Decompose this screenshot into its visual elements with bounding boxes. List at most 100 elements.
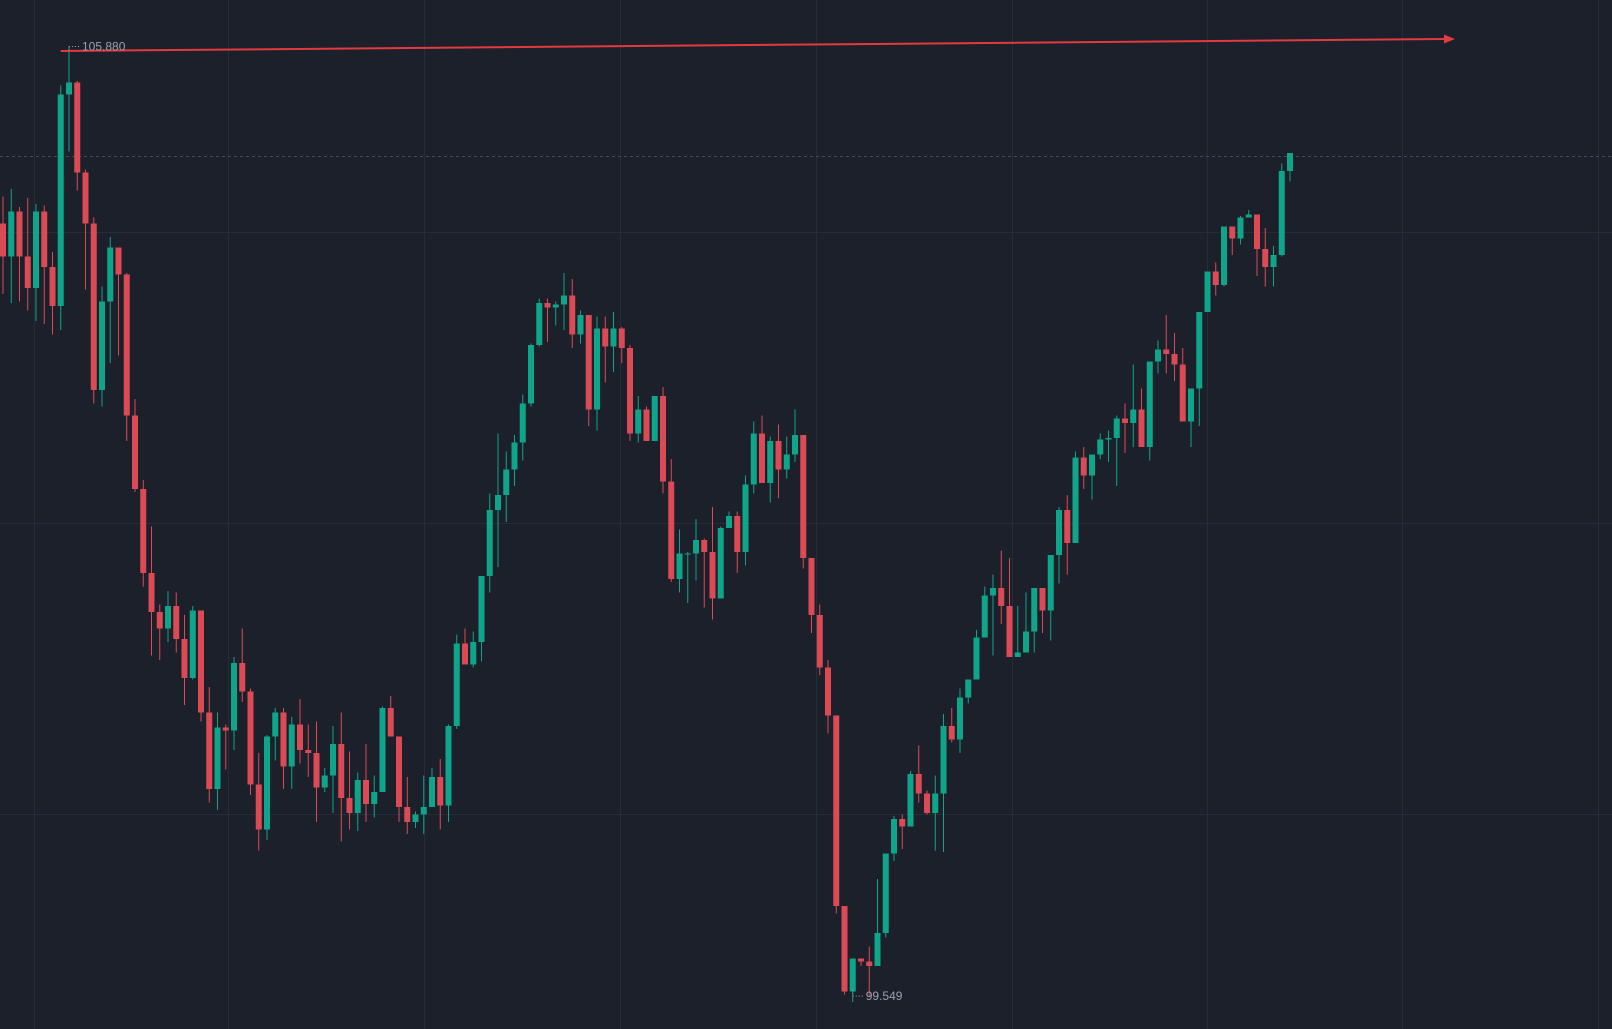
candle-body-down — [602, 328, 609, 347]
candle-body-up — [503, 469, 510, 495]
candle-body-down — [998, 588, 1005, 606]
candle-body-down — [1122, 418, 1128, 423]
candle-body-up — [693, 540, 699, 554]
candle-body-down — [16, 211, 23, 257]
candle-body-up — [1245, 214, 1252, 218]
candle-body-up — [907, 774, 914, 827]
candle-body-up — [1072, 457, 1079, 543]
candle-body-up — [33, 211, 39, 288]
candle-body-down — [305, 750, 312, 753]
candle-body-up — [189, 610, 196, 678]
candle-body-down — [338, 744, 345, 798]
candle-body-down — [734, 516, 741, 552]
candle-body-down — [462, 643, 468, 665]
candle-body-up — [1221, 226, 1227, 285]
candle-body-up — [272, 712, 279, 737]
candle-body-up — [1188, 388, 1194, 422]
candle-body-up — [1278, 171, 1285, 255]
candle-body-down — [1006, 606, 1013, 657]
candle-body-up — [1270, 255, 1277, 267]
candle-body-down — [206, 712, 213, 789]
candle-body-down — [297, 724, 303, 750]
candle-body-up — [561, 295, 567, 305]
candle-body-down — [775, 441, 782, 470]
candle-body-down — [701, 540, 708, 552]
candle-body-up — [330, 744, 336, 776]
candle-body-up — [519, 403, 526, 443]
candle-body-up — [66, 82, 72, 95]
candle-body-up — [453, 643, 460, 726]
candle-body-down — [280, 712, 287, 767]
candle-body-down — [313, 753, 320, 788]
candle-body-up — [354, 780, 361, 813]
candle-body-down — [140, 489, 147, 573]
candle-body-up — [767, 441, 774, 483]
candle-body-up — [932, 793, 939, 813]
candle-body-up — [1023, 631, 1029, 653]
candle-body-up — [264, 736, 270, 830]
candle-body-up — [783, 454, 790, 470]
candle-body-up — [792, 435, 798, 455]
candle-body-down — [825, 667, 831, 716]
chart-area[interactable]: 105.880 99.549 — [0, 0, 1612, 1029]
candle-body-down — [123, 274, 130, 416]
candle-body-down — [924, 793, 930, 813]
candle-body-up — [536, 303, 543, 345]
candle-body-up — [371, 792, 378, 804]
candle-body-down — [0, 223, 6, 257]
candle-body-up — [1031, 588, 1038, 632]
candle-body-down — [1212, 271, 1219, 285]
candle-body-up — [651, 396, 658, 441]
candle-body-up — [231, 663, 237, 731]
candle-body-down — [1262, 249, 1269, 267]
candle-body-up — [1204, 271, 1211, 312]
candle-body-down — [544, 303, 551, 308]
candle-body-down — [239, 663, 246, 692]
candle-body-down — [74, 82, 81, 173]
candle-body-up — [321, 775, 328, 788]
candle-body-down — [437, 777, 444, 806]
candle-body-up — [635, 409, 642, 434]
candle-body-up — [676, 553, 683, 579]
candle-body-down — [1229, 226, 1236, 239]
candle-body-up — [214, 727, 221, 789]
candle-body-up — [882, 853, 889, 933]
candle-body-down — [148, 573, 155, 612]
candle-body-up — [973, 637, 980, 680]
candle-body-down — [115, 247, 122, 275]
candle-body-down — [618, 328, 625, 348]
candle-body-down — [90, 223, 97, 390]
candle-body-up — [990, 588, 996, 596]
candle-body-up — [965, 679, 972, 698]
candle-body-up — [742, 484, 749, 552]
candle-body-down — [800, 435, 807, 558]
candle-body-down — [396, 736, 402, 807]
candle-body-down — [1254, 214, 1260, 249]
candle-body-down — [173, 606, 180, 639]
candle-body-down — [585, 315, 592, 410]
candle-body-down — [1163, 349, 1170, 354]
candle-body-up — [486, 510, 493, 576]
candle-body-down — [816, 615, 823, 668]
candle-body-down — [841, 906, 848, 992]
low-price-label: 99.549 — [866, 989, 903, 1003]
candle-body-up — [1097, 439, 1104, 455]
candle-body-down — [82, 172, 89, 224]
candle-body-down — [132, 415, 138, 489]
candle-body-down — [899, 819, 906, 827]
candle-body-up — [849, 958, 856, 992]
candle-body-up — [684, 553, 691, 555]
candle-body-up — [891, 819, 897, 854]
candle-body-down — [24, 256, 31, 288]
candle-body-up — [1113, 418, 1120, 438]
candlestick-chart[interactable]: 105.880 99.549 — [0, 0, 1612, 1029]
candle-body-up — [99, 301, 105, 390]
candle-body-down — [1179, 364, 1186, 422]
candle-body-up — [445, 726, 452, 806]
candle-body-up — [470, 642, 477, 665]
candle-body-up — [874, 933, 881, 966]
candle-body-down — [858, 958, 864, 962]
candle-body-down — [346, 798, 353, 813]
candle-body-down — [833, 715, 840, 906]
candle-body-down — [627, 348, 633, 434]
